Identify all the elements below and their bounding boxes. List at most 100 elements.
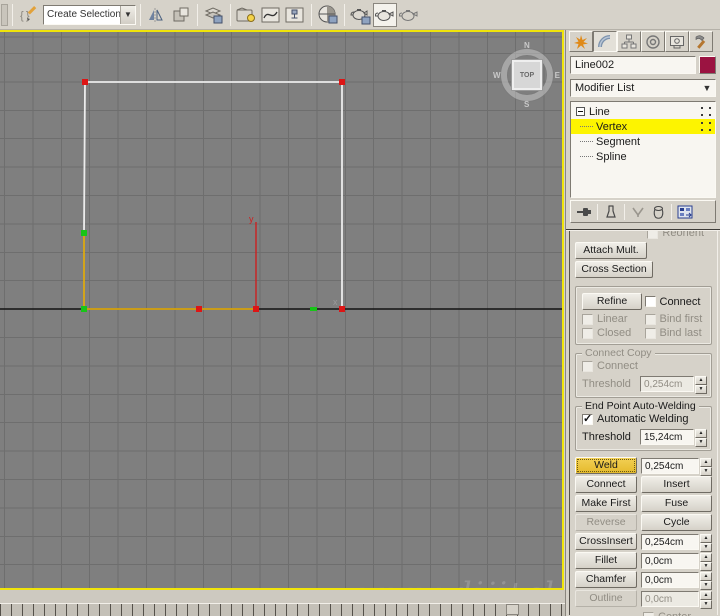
spinner[interactable]: ▲ ▼ (700, 533, 712, 552)
reorient-checkbox[interactable] (647, 231, 659, 239)
tab-utilities[interactable] (689, 31, 713, 52)
bind-last-checkbox[interactable] (644, 327, 656, 339)
chevron-down-icon[interactable]: ▼ (699, 80, 715, 96)
crossinsert-field[interactable]: 0,254cm (641, 533, 699, 550)
gizmo-x-label: x (333, 297, 338, 307)
stack-item-label[interactable]: Vertex (596, 121, 627, 133)
tab-create[interactable] (569, 31, 593, 52)
viewcube[interactable]: N E S W TOP (493, 41, 560, 109)
render-production-icon[interactable] (397, 3, 421, 27)
weld-button[interactable]: Weld (575, 457, 637, 474)
connect-copy-threshold-field[interactable]: 0,254cm (640, 376, 694, 392)
remove-modifier-icon[interactable] (648, 203, 668, 221)
stack-item-label[interactable]: Line (589, 106, 610, 118)
outline-field[interactable]: 0,0cm (641, 590, 699, 607)
spinner[interactable]: ▲ ▼ (700, 552, 712, 571)
show-end-result-icon[interactable] (601, 203, 621, 221)
make-first-button[interactable]: Make First (575, 495, 637, 512)
align-icon[interactable] (169, 3, 193, 27)
spinner[interactable]: ▲ ▼ (695, 429, 707, 447)
weld-threshold-field[interactable]: 15,24cm (640, 429, 694, 445)
connect-button[interactable]: Connect (575, 476, 637, 493)
render-setup-icon[interactable] (349, 3, 373, 27)
tab-motion[interactable] (641, 31, 665, 52)
stack-item-label[interactable]: Spline (596, 151, 627, 163)
fillet-button[interactable]: Fillet (575, 552, 637, 569)
top-viewport[interactable]: y x N E S W TOP www.dijitalde (0, 30, 564, 590)
curve-editor-icon[interactable] (259, 3, 283, 27)
pin-stack-icon[interactable] (574, 203, 594, 221)
spline-white-segments[interactable] (83, 81, 343, 309)
make-unique-icon[interactable] (628, 203, 648, 221)
spinner[interactable]: ▲ ▼ (700, 571, 712, 590)
weld-value-field[interactable]: 0,254cm (641, 457, 699, 474)
material-editor-icon[interactable] (316, 3, 340, 27)
linear-checkbox[interactable] (582, 313, 593, 325)
modifier-stack: Line Vertex Segment Spline (570, 101, 716, 198)
named-selection-value[interactable]: Create Selection Se (44, 6, 120, 24)
compass-north[interactable]: N (524, 41, 530, 50)
track-bar-handle[interactable] (506, 604, 519, 615)
vertex-red[interactable] (339, 306, 345, 312)
spinner[interactable]: ▲ ▼ (695, 376, 707, 394)
mirror-icon[interactable] (145, 3, 169, 27)
scene-explorer-icon[interactable] (235, 3, 259, 27)
rendered-frame-window-icon[interactable] (373, 2, 397, 27)
viewcube-top-face[interactable]: TOP (511, 59, 543, 91)
schematic-view-icon[interactable] (283, 3, 307, 27)
chamfer-field[interactable]: 0,0cm (641, 571, 699, 588)
command-panel: Line002 Modifier List ▼ Line Vertex Segm… (565, 30, 720, 616)
tab-hierarchy[interactable] (617, 31, 641, 52)
object-name-input[interactable]: Line002 (570, 56, 696, 74)
stack-item-segment[interactable]: Segment (571, 134, 715, 149)
track-bar-ticks[interactable] (0, 603, 565, 616)
center-checkbox[interactable] (643, 611, 654, 616)
tab-modify[interactable] (593, 31, 617, 52)
vertex-red[interactable] (196, 306, 202, 312)
vertex-red[interactable] (339, 79, 345, 85)
reverse-button[interactable]: Reverse (575, 514, 637, 531)
named-selection-combobox[interactable]: Create Selection Se ▼ (43, 4, 136, 25)
stack-item-label[interactable]: Segment (596, 136, 640, 148)
tab-display[interactable] (665, 31, 689, 52)
collapse-icon[interactable] (576, 107, 585, 116)
compass-east[interactable]: E (555, 71, 560, 80)
end-point-title: End Point Auto-Welding (582, 400, 699, 412)
layer-manager-icon[interactable] (202, 3, 226, 27)
outline-button[interactable]: Outline (575, 590, 637, 607)
connect-copy-group: Connect Copy Connect Threshold 0,254cm ▲… (575, 347, 712, 398)
stack-item-spline[interactable]: Spline (571, 149, 715, 164)
fuse-button[interactable]: Fuse (641, 495, 712, 512)
fillet-field[interactable]: 0,0cm (641, 552, 699, 569)
vertex-red[interactable] (253, 306, 259, 312)
cross-section-button[interactable]: Cross Section (575, 261, 653, 278)
cycle-button[interactable]: Cycle (641, 514, 712, 531)
crossinsert-button[interactable]: CrossInsert (575, 533, 637, 550)
spinner[interactable]: ▲ ▼ (700, 457, 712, 476)
spline-yellow-segments[interactable] (83, 233, 256, 310)
clipped-toolbar-icon[interactable] (1, 3, 8, 26)
refine-button[interactable]: Refine (582, 293, 642, 310)
modifier-list-dropdown[interactable]: Modifier List ▼ (570, 79, 716, 97)
stack-item-vertex-selected[interactable]: Vertex (571, 119, 715, 134)
spinner[interactable]: ▲ ▼ (700, 590, 712, 609)
configure-modifier-sets-icon[interactable] (675, 203, 695, 221)
combobox-dropdown-icon[interactable]: ▼ (120, 5, 135, 24)
vertex-green[interactable] (310, 307, 317, 311)
edit-named-selection-sets-icon[interactable]: { } (17, 3, 41, 27)
connect-checkbox[interactable] (644, 296, 656, 307)
vertex-green[interactable] (81, 230, 87, 236)
attach-mult-button[interactable]: Attach Mult. (575, 242, 647, 259)
closed-checkbox[interactable] (582, 327, 593, 339)
vertex-red[interactable] (82, 79, 88, 85)
connect-copy-checkbox[interactable] (582, 360, 593, 372)
vertex-green[interactable] (81, 306, 87, 312)
stack-item-line[interactable]: Line (571, 104, 715, 119)
bind-first-checkbox[interactable] (644, 313, 656, 325)
chamfer-button[interactable]: Chamfer (575, 571, 637, 588)
compass-south[interactable]: S (524, 100, 529, 109)
insert-button[interactable]: Insert (641, 476, 712, 493)
object-color-swatch[interactable] (699, 56, 716, 74)
automatic-welding-checkbox[interactable] (582, 412, 593, 425)
compass-west[interactable]: W (493, 71, 501, 80)
